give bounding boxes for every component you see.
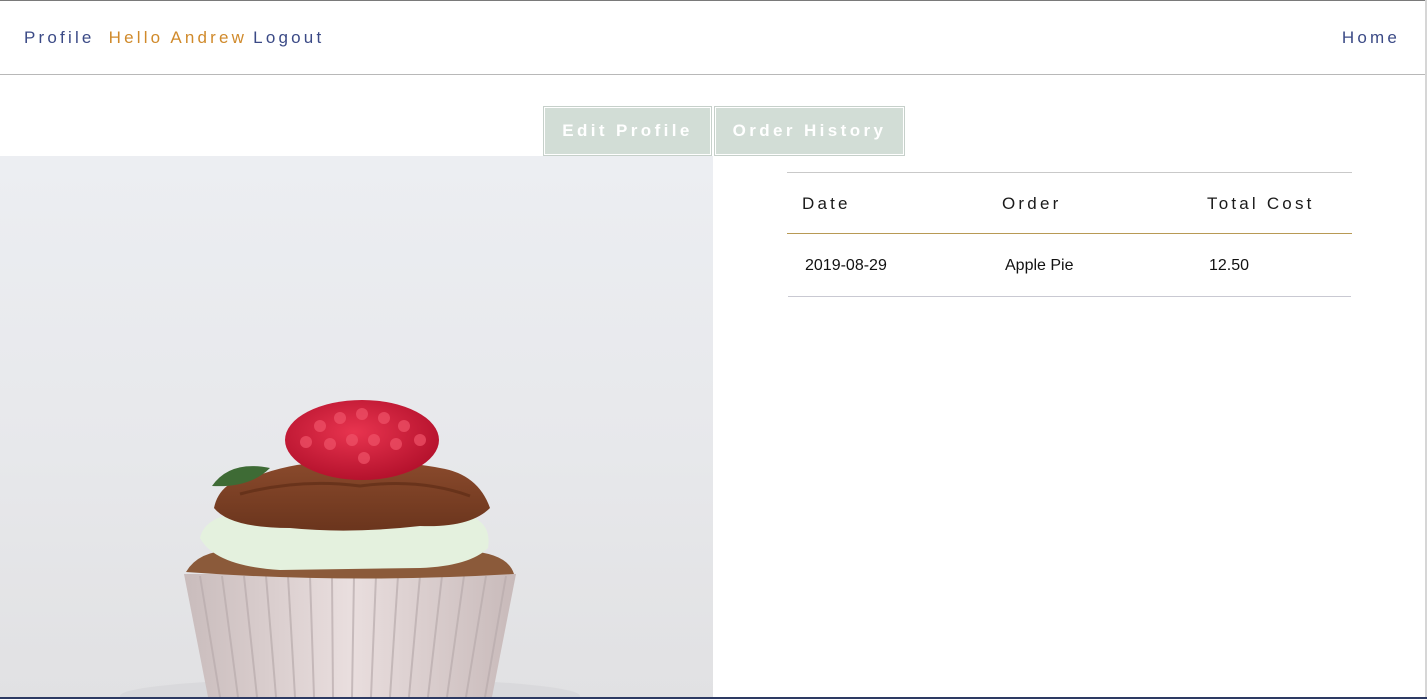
row-order: Apple Pie <box>1005 257 1074 274</box>
table-header: Date Order Total Cost <box>787 173 1352 234</box>
row-total-cost: 12.50 <box>1209 257 1250 274</box>
logout-link[interactable]: Logout <box>253 28 324 48</box>
nav-left-group: Profile Hello Andrew Logout <box>24 28 324 48</box>
order-history-button[interactable]: Order History <box>714 106 905 156</box>
user-greeting: Hello Andrew <box>108 28 248 47</box>
header-date: Date <box>802 194 851 213</box>
header-total-cost: Total Cost <box>1207 194 1315 213</box>
cupcake-photo <box>0 156 713 697</box>
top-navbar: Profile Hello Andrew Logout Home <box>0 1 1425 75</box>
header-order: Order <box>1002 194 1062 213</box>
table-row: 2019-08-29 Apple Pie 12.50 <box>788 234 1351 297</box>
profile-link[interactable]: Profile <box>24 28 95 48</box>
edit-profile-button[interactable]: Edit Profile <box>543 106 712 156</box>
order-history-table: Date Order Total Cost 2019-08-29 Apple P… <box>787 172 1352 297</box>
row-date: 2019-08-29 <box>805 257 887 274</box>
home-link[interactable]: Home <box>1342 28 1400 48</box>
